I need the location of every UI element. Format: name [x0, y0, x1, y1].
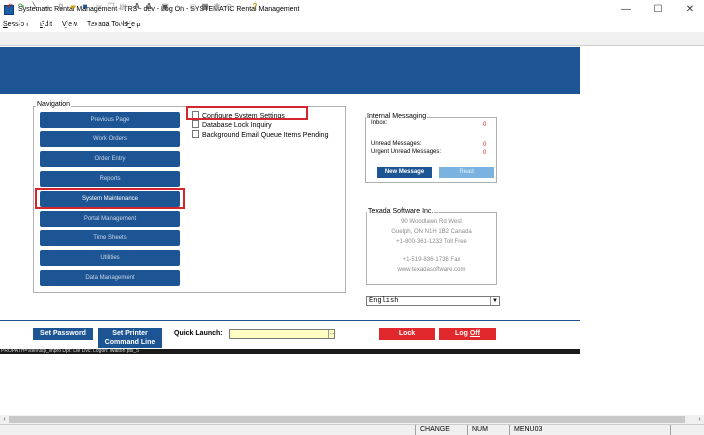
link-background-email-queue[interactable]: Background Email Queue Items Pending — [192, 130, 328, 139]
nav-portal-management-button[interactable]: Portal Management — [40, 211, 180, 227]
inbox-count: 0 — [483, 122, 487, 128]
save-icon[interactable]: ■ — [80, 2, 90, 12]
header-right-blank — [580, 47, 704, 94]
print-icon[interactable]: ▦ — [200, 2, 210, 12]
arrows-icon[interactable]: ↔ — [42, 2, 52, 12]
log-off-button[interactable]: Log Off — [439, 328, 496, 340]
font-smaller-icon[interactable]: A — [144, 2, 154, 12]
unread-count: 0 — [483, 142, 487, 148]
open-folder-icon[interactable]: ▰ — [68, 2, 78, 12]
texada-website: www.texadasoftware.com — [397, 267, 466, 273]
paste-icon[interactable]: ▤ — [118, 2, 128, 12]
close-button[interactable]: ✕ — [678, 3, 702, 17]
back-icon[interactable]: ⇠ — [174, 2, 184, 12]
navigation-legend: Navigation — [36, 101, 72, 108]
new-message-button[interactable]: New Message — [377, 167, 432, 178]
nav-data-management-button[interactable]: Data Management — [40, 270, 180, 286]
texada-tollfree: +1-800-361-1233 Toll Free — [396, 239, 467, 245]
set-password-button[interactable]: Set Password — [33, 328, 93, 340]
new-doc-icon[interactable]: ▯ — [56, 2, 66, 12]
help-icon[interactable]: ? — [250, 2, 260, 12]
status-cell-blank — [670, 425, 688, 435]
redo-icon[interactable]: ↷ — [16, 2, 26, 12]
cut-icon[interactable]: ✂ — [94, 2, 104, 12]
urgent-label: Urgent Unread Messages: — [371, 149, 442, 155]
propath-bar: PROPATH=\\dev\sql_vl\pro Dpr: LW Dvc: Lo… — [0, 349, 580, 354]
lock-button[interactable]: Lock — [379, 328, 435, 340]
urgent-count: 0 — [483, 150, 487, 156]
font-larger-icon[interactable]: A — [132, 2, 142, 12]
tools-icon[interactable]: ✱ — [212, 2, 222, 12]
set-printer-button[interactable]: Set Printer Command Line — [98, 328, 162, 348]
print-preview-icon[interactable]: ◎ — [188, 2, 198, 12]
document-icon — [192, 130, 199, 138]
texada-address: 90 Woodlawn Rd West — [401, 219, 462, 225]
read-button[interactable]: Read — [439, 167, 494, 178]
scrollbar-thumb[interactable] — [9, 416, 685, 423]
nav-order-entry-button[interactable]: Order Entry — [40, 151, 180, 167]
status-num: NUM — [467, 425, 507, 435]
texada-legend: Texada Software Inc. — [367, 208, 435, 215]
scroll-right-icon[interactable]: › — [695, 415, 704, 424]
bottom-divider — [0, 320, 580, 321]
nav-reports-button[interactable]: Reports — [40, 171, 180, 187]
status-bar — [0, 424, 704, 435]
link-database-lock-inquiry[interactable]: Database Lock Inquiry — [192, 120, 272, 129]
language-select[interactable]: English — [366, 296, 500, 306]
texada-city: Guelph, ON N1H 1B2 Canada — [391, 229, 472, 235]
nav-previous-page-button[interactable]: Previous Page — [40, 112, 180, 128]
window-icon[interactable]: ▣ — [160, 2, 170, 12]
wand-icon[interactable]: ╲ — [30, 2, 40, 12]
maximize-button[interactable]: ☐ — [646, 3, 670, 17]
selected-nav-highlight — [35, 188, 185, 209]
toolbar — [0, 32, 704, 46]
page-title: SRM DEVELOPMENT — [10, 12, 199, 32]
undo-icon[interactable]: ↶ — [5, 2, 15, 12]
status-menu: MENU03 — [509, 425, 569, 435]
quick-launch-browse-button[interactable]: ... — [328, 330, 335, 338]
document-icon — [192, 120, 199, 128]
nav-utilities-button[interactable]: Utilities — [40, 250, 180, 266]
internal-messaging-legend: Internal Messaging — [366, 113, 428, 120]
selected-link-highlight — [186, 106, 308, 120]
zoom-icon[interactable]: ⊙ — [224, 2, 234, 12]
nav-time-sheets-button[interactable]: Time Sheets — [40, 230, 180, 246]
copy-icon[interactable]: ❐ — [106, 2, 116, 12]
status-change: CHANGE — [415, 425, 455, 435]
scroll-left-icon[interactable]: ‹ — [0, 415, 9, 424]
minimize-button[interactable]: — — [614, 3, 638, 17]
unread-label: Unread Messages: — [371, 141, 422, 147]
inbox-label: Inbox: — [371, 120, 388, 126]
texada-fax: +1-519-836-1738 Fax — [402, 257, 461, 263]
chevron-down-icon[interactable]: ▼ — [490, 297, 499, 305]
nav-work-orders-button[interactable]: Work Orders — [40, 131, 180, 147]
quick-launch-input[interactable] — [229, 329, 335, 339]
refresh-icon[interactable]: ◌ — [236, 2, 246, 12]
quick-launch-label: Quick Launch: — [174, 330, 223, 337]
